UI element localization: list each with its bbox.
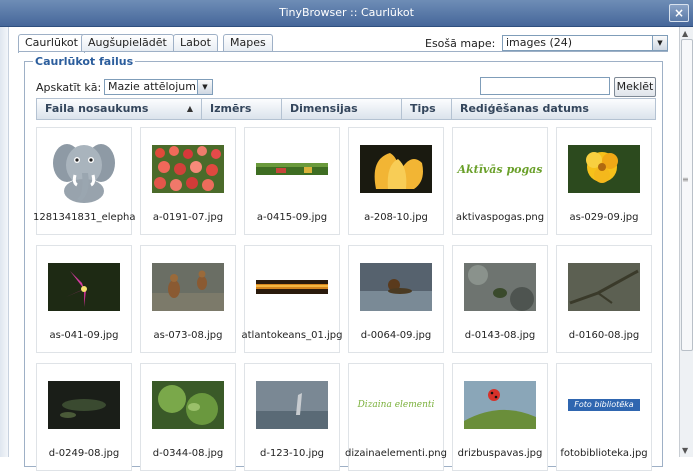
file-thumbnail[interactable]: d-0344-08.jpg [140,363,236,471]
grass-strip-thumbnail [245,128,339,210]
file-thumbnail[interactable]: Dizaina elementi dizainaelementi.png [345,363,447,471]
window-left-edge [0,27,9,457]
file-thumbnail[interactable]: as-073-08.jpg [140,245,236,353]
file-name: d-123-10.jpg [259,448,325,459]
branch-thumbnail [557,246,651,328]
view-mode-select[interactable]: Mazie attēlojumi ▼ [104,79,213,95]
file-thumbnail[interactable]: 1281341831_elephant [33,127,135,235]
text-thumbnail: Aktīvās pogas [457,162,543,176]
sunset-thumbnail [245,246,339,328]
column-modified-date[interactable]: Rediģēšanas datums [452,99,655,119]
file-thumbnail[interactable]: a-0415-09.jpg [244,127,340,235]
file-thumbnail[interactable]: as-041-09.jpg [36,245,132,353]
text-thumbnail: Dizaina elementi [357,400,435,410]
file-thumbnail[interactable]: atlantokeans_01.jpg [241,245,343,353]
file-name: drizbuspavas.jpg [457,448,543,459]
squirrels-thumbnail [141,246,235,328]
view-mode-label: Apskatīt kā: [36,81,102,94]
file-name: d-0064-09.jpg [360,330,432,341]
pond-thumbnail [37,364,131,446]
column-size[interactable]: Izmērs [202,99,282,119]
yellow-tulip-thumbnail [349,128,443,210]
file-name: a-208-10.jpg [364,212,428,223]
file-name: a-0415-09.jpg [256,212,328,223]
sort-ascending-icon: ▲ [186,104,193,113]
file-name: d-0160-08.jpg [568,330,640,341]
current-folder-value: images (24) [506,36,573,49]
column-dimensions[interactable]: Dimensijas [282,99,402,119]
file-thumbnail[interactable]: drizbuspavas.jpg [452,363,548,471]
column-filename[interactable]: Faila nosaukums ▲ [37,99,202,119]
file-name: d-0143-08.jpg [464,330,536,341]
elephant-thumbnail [37,128,131,210]
vertical-scrollbar[interactable]: ▲ ≡ ▼ [679,27,693,457]
file-thumbnail[interactable]: a-208-10.jpg [348,127,444,235]
file-name: d-0249-08.jpg [48,448,120,459]
file-thumbnail[interactable]: d-0143-08.jpg [452,245,548,353]
file-thumbnail[interactable]: d-123-10.jpg [244,363,340,471]
file-name: as-041-09.jpg [49,330,119,341]
tab-folders[interactable]: Mapes [223,34,273,51]
file-thumbnail[interactable]: d-0064-09.jpg [348,245,444,353]
file-thumbnail[interactable]: d-0249-08.jpg [36,363,132,471]
frog-thumbnail [453,246,547,328]
snail-thumbnail [349,246,443,328]
ladybug-thumbnail [453,364,547,446]
current-folder-select[interactable]: images (24) ▼ [502,35,668,51]
browse-panel-legend: Caurlūkot failus [35,55,134,68]
window-title: TinyBrowser :: Caurlūkot [279,6,414,19]
scrollbar-grip-icon: ≡ [682,175,689,184]
text-banner-thumbnail: Foto bibliotēka [557,364,651,446]
lilypad-thumbnail [141,364,235,446]
title-bar: TinyBrowser :: Caurlūkot × [0,0,693,27]
search-input[interactable] [480,77,610,95]
file-name: aktivaspogas.png [455,212,545,223]
file-thumbnail[interactable]: as-029-09.jpg [556,127,652,235]
tulips-thumbnail [141,128,235,210]
scrollbar-thumb[interactable] [681,39,693,351]
tab-edit[interactable]: Labot [173,34,218,51]
view-mode-value: Mazie attēlojumi [108,80,200,93]
file-thumbnail[interactable]: Aktīvās pogas aktivaspogas.png [452,127,548,235]
scroll-up-icon[interactable]: ▲ [682,29,688,38]
search-button[interactable]: Meklēt [614,77,656,97]
file-thumbnail[interactable]: a-0191-07.jpg [140,127,236,235]
heron-thumbnail [245,364,339,446]
pink-flower-thumbnail [37,246,131,328]
chevron-down-icon[interactable]: ▼ [652,36,667,50]
column-type[interactable]: Tips [402,99,452,119]
file-name: fotobiblioteka.jpg [560,448,648,459]
tab-upload[interactable]: Augšupielādēt [81,34,174,51]
file-name: dizainaelementi.png [345,448,447,459]
file-name: a-0191-07.jpg [152,212,224,223]
file-name: d-0344-08.jpg [152,448,224,459]
chevron-down-icon[interactable]: ▼ [197,80,212,94]
yellow-flower-thumbnail [557,128,651,210]
column-header: Faila nosaukums ▲ Izmērs Dimensijas Tips… [36,98,656,120]
file-name: 1281341831_elephant [33,212,135,223]
file-name: as-073-08.jpg [153,330,223,341]
tab-divider [18,51,668,52]
current-folder-label: Esošā mape: [425,37,496,50]
scroll-down-icon[interactable]: ▼ [682,446,688,455]
file-name: atlantokeans_01.jpg [241,330,343,341]
file-name: as-029-09.jpg [569,212,639,223]
close-icon[interactable]: × [669,4,689,22]
file-thumbnail[interactable]: d-0160-08.jpg [556,245,652,353]
file-thumbnail[interactable]: Foto bibliotēka fotobiblioteka.jpg [556,363,652,471]
